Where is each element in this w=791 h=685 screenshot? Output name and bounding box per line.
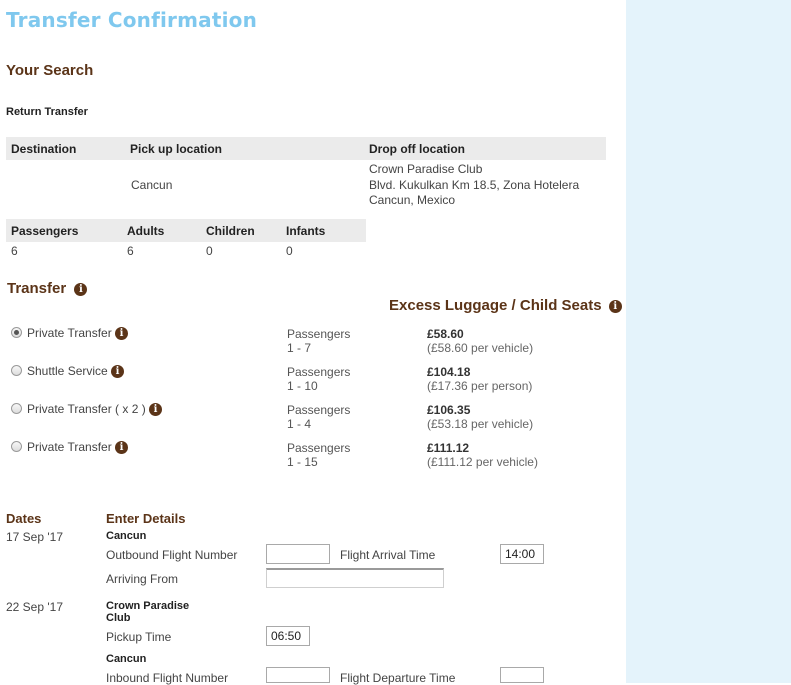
inbound-date: 22 Sep '17 (6, 600, 64, 614)
adults-value: 6 (127, 244, 134, 258)
price-total: £104.18 (427, 365, 471, 379)
pickup-time-input[interactable] (266, 626, 310, 646)
transfer-heading-text: Transfer (7, 280, 67, 297)
arriving-from-label: Arriving From (106, 572, 179, 586)
infants-value: 0 (286, 244, 293, 258)
transfer-type-label: Return Transfer (6, 106, 88, 118)
option-label-row: Private Transfer ( x 2 ) i (27, 402, 163, 417)
passengers-value: 6 (11, 244, 18, 258)
passengers-header: Passengers (11, 224, 79, 238)
option-label-row: Private Transfer i (27, 440, 129, 455)
private-transfer-x2-radio[interactable] (11, 403, 22, 414)
dropoff-line: Crown Paradise Club (369, 162, 483, 176)
flight-arrival-time-label: Flight Arrival Time (340, 548, 436, 562)
children-value: 0 (206, 244, 213, 258)
transfer-heading: Transfer i (7, 280, 88, 297)
price-breakdown: (£53.18 per vehicle) (427, 417, 534, 431)
right-sidebar-panel (626, 0, 791, 683)
price-breakdown: (£58.60 per vehicle) (427, 341, 534, 355)
price-total: £58.60 (427, 327, 464, 341)
info-icon[interactable]: i (115, 441, 129, 455)
option-price: £106.35 (£53.18 per vehicle) (427, 403, 533, 431)
pickup-time-label: Pickup Time (106, 630, 172, 644)
passengers-label: Passengers (287, 403, 351, 417)
option-passengers: Passengers 1 - 7 (287, 327, 350, 355)
inbound-location: Cancun (106, 653, 147, 665)
price-breakdown: (£17.36 per person) (427, 379, 533, 393)
location-header-bar (6, 137, 606, 160)
info-icon[interactable]: i (115, 327, 129, 341)
passengers-label: Passengers (287, 441, 351, 455)
option-label: Shuttle Service (27, 364, 108, 378)
option-label-row: Shuttle Service i (27, 364, 125, 379)
option-price: £111.12 (£111.12 per vehicle) (427, 441, 538, 469)
option-label-row: Private Transfer i (27, 326, 129, 341)
passengers-label: Passengers (287, 365, 351, 379)
option-label: Private Transfer (27, 326, 112, 340)
price-total: £111.12 (427, 441, 470, 455)
dropoff-address: Crown Paradise Club Blvd. Kukulkan Km 18… (369, 162, 579, 209)
info-icon[interactable]: i (608, 299, 622, 313)
infants-header: Infants (286, 224, 326, 238)
price-total: £106.35 (427, 403, 471, 417)
page-title: Transfer Confirmation (6, 8, 258, 32)
passengers-label: Passengers (287, 327, 351, 341)
location-line: Club (106, 612, 131, 624)
info-icon[interactable]: i (111, 365, 125, 379)
destination-header: Destination (11, 142, 77, 156)
passengers-range: 1 - 7 (287, 341, 312, 355)
pickup-value: Cancun (131, 178, 173, 192)
children-header: Children (206, 224, 255, 238)
passengers-range: 1 - 10 (287, 379, 318, 393)
private-transfer-radio[interactable] (11, 327, 22, 338)
dropoff-line: Cancun, Mexico (369, 193, 456, 207)
arriving-from-input[interactable] (266, 568, 444, 588)
flight-arrival-time-input[interactable] (500, 544, 544, 564)
adults-header: Adults (127, 224, 165, 238)
private-transfer-large-radio[interactable] (11, 441, 22, 452)
option-passengers: Passengers 1 - 4 (287, 403, 350, 431)
option-price: £58.60 (£58.60 per vehicle) (427, 327, 533, 355)
dropoff-header: Drop off location (369, 142, 465, 156)
luggage-heading: Excess Luggage / Child Seats i (389, 297, 622, 314)
outbound-location: Cancun (106, 530, 147, 542)
shuttle-service-radio[interactable] (11, 365, 22, 376)
enter-details-heading: Enter Details (106, 511, 186, 526)
your-search-heading: Your Search (6, 62, 94, 79)
outbound-flight-number-input[interactable] (266, 544, 330, 564)
passengers-range: 1 - 15 (287, 455, 318, 469)
luggage-heading-text: Excess Luggage / Child Seats (389, 297, 602, 314)
outbound-date: 17 Sep '17 (6, 530, 64, 544)
passengers-range: 1 - 4 (287, 417, 312, 431)
inbound-flight-number-input[interactable] (266, 667, 330, 683)
option-passengers: Passengers 1 - 10 (287, 365, 350, 393)
info-icon[interactable]: i (74, 282, 88, 296)
option-price: £104.18 (£17.36 per person) (427, 365, 532, 393)
outbound-flight-number-label: Outbound Flight Number (106, 548, 238, 562)
location-line: Crown Paradise (106, 600, 190, 612)
inbound-pickup-location: Crown Paradise Club (106, 600, 189, 624)
pickup-header: Pick up location (130, 142, 223, 156)
option-label: Private Transfer ( x 2 ) (27, 402, 146, 416)
option-passengers: Passengers 1 - 15 (287, 441, 350, 469)
info-icon[interactable]: i (149, 403, 163, 417)
price-breakdown: (£111.12 per vehicle) (427, 455, 538, 469)
dropoff-line: Blvd. Kukulkan Km 18.5, Zona Hotelera (369, 177, 580, 192)
option-label: Private Transfer (27, 440, 112, 454)
flight-departure-time-input[interactable] (500, 667, 544, 683)
dates-heading: Dates (6, 511, 42, 526)
